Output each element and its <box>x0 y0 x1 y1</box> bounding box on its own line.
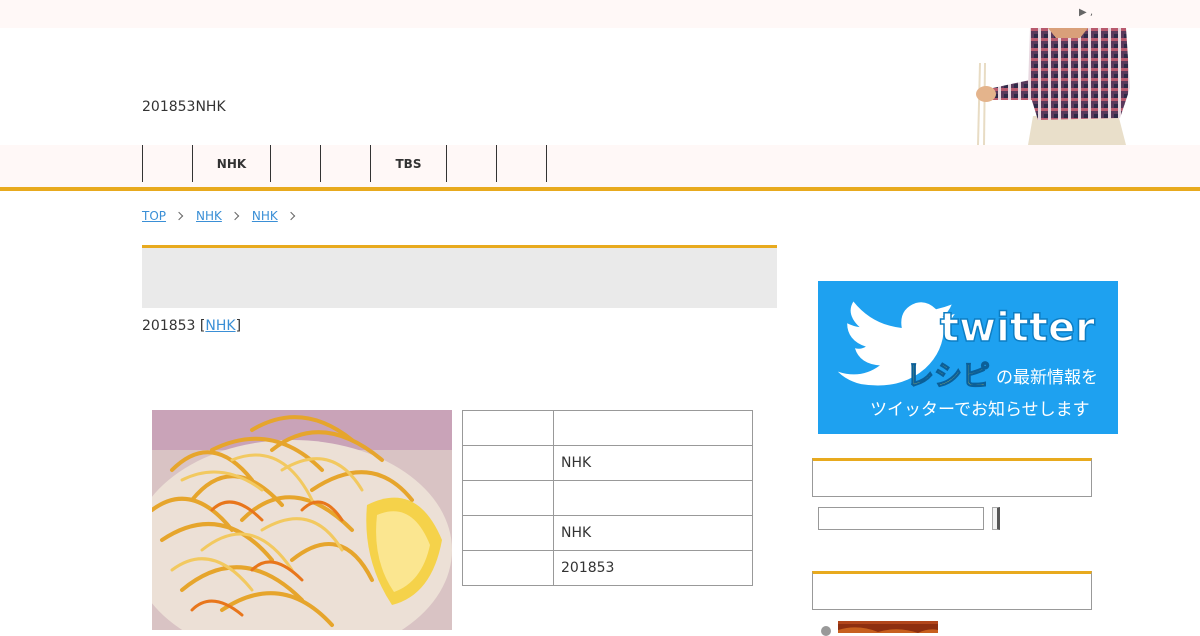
breadcrumb-link-nhk-1[interactable]: NHK <box>196 209 222 223</box>
nav-item-3[interactable] <box>270 145 320 182</box>
header-person-illustration <box>968 28 1133 145</box>
twitter-logo-text: twitter <box>940 305 1095 351</box>
table-cell-value <box>553 410 753 446</box>
chevron-right-icon <box>230 211 240 221</box>
list-bullet-icon <box>821 626 831 636</box>
table-cell-key <box>462 445 554 481</box>
table-row <box>462 480 753 516</box>
nav-item-nhk[interactable]: NHK <box>192 145 270 182</box>
search-input[interactable] <box>818 507 984 530</box>
table-row: NHK <box>462 445 753 481</box>
breadcrumb-link-nhk-2[interactable]: NHK <box>252 209 278 223</box>
chevron-right-icon <box>174 211 184 221</box>
latest-info-text: の最新情報を <box>996 368 1098 388</box>
nav-item-1[interactable] <box>142 145 192 182</box>
article-title-box <box>142 245 777 308</box>
table-cell-value: 201853 <box>553 550 753 586</box>
recent-post-thumbnail[interactable] <box>838 621 938 633</box>
post-category-close-bracket: ] <box>235 318 242 334</box>
nav-item-7[interactable] <box>496 145 546 182</box>
main-nav: NHK TBS <box>0 145 1200 191</box>
nav-item-4[interactable] <box>320 145 370 182</box>
food-photo <box>152 410 452 630</box>
site-title[interactable]: 201853NHK <box>142 99 226 115</box>
nav-item-tbs[interactable]: TBS <box>370 145 446 182</box>
chevron-right-icon <box>286 211 296 221</box>
breadcrumb: TOP NHK NHK <box>142 209 308 223</box>
recipe-info-table: NHK NHK 201853 <box>462 410 753 586</box>
table-row: 201853 <box>462 550 753 586</box>
post-date: 201853 <box>142 318 196 334</box>
twitter-tagline: ツイッターでお知らせします <box>870 400 1090 420</box>
top-strip: ▶ , <box>0 0 1200 28</box>
breadcrumb-link-top[interactable]: TOP <box>142 209 166 223</box>
post-meta: 201853 [NHK] <box>142 318 241 334</box>
search-button[interactable] <box>992 507 1000 530</box>
twitter-banner[interactable]: twitter レシピ の最新情報を ツイッターでお知らせします <box>818 281 1118 434</box>
sidebar-widget-heading-recent <box>812 571 1092 610</box>
table-cell-value: NHK <box>553 515 753 551</box>
post-category-link[interactable]: NHK <box>205 318 235 334</box>
nav-divider-end <box>546 145 547 182</box>
table-row <box>462 410 753 446</box>
table-row: NHK <box>462 515 753 551</box>
table-cell-value <box>553 480 753 516</box>
table-cell-key <box>462 550 554 586</box>
top-marker: ▶ , <box>1079 7 1094 18</box>
recipe-text: レシピ <box>906 359 990 392</box>
table-cell-key <box>462 480 554 516</box>
sidebar-widget-heading-search <box>812 458 1092 497</box>
table-cell-value: NHK <box>553 445 753 481</box>
table-cell-key <box>462 410 554 446</box>
table-cell-key <box>462 515 554 551</box>
nav-item-6[interactable] <box>446 145 496 182</box>
